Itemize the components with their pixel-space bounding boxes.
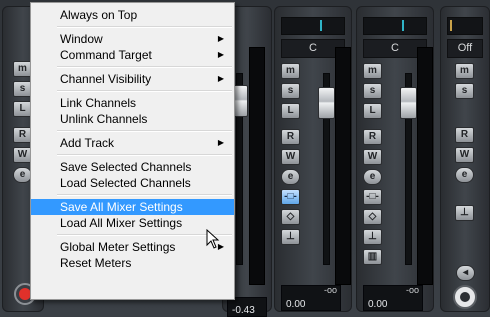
monitor-button[interactable]: [453, 285, 477, 309]
channel-name[interactable]: Off: [447, 39, 483, 58]
write-button[interactable]: W: [363, 149, 382, 165]
solo-button[interactable]: s: [455, 83, 474, 99]
menu-separator: [57, 130, 232, 132]
routing-slot[interactable]: [281, 17, 345, 35]
menu-item-link-channels[interactable]: Link Channels: [31, 95, 234, 111]
listen-button[interactable]: L: [363, 103, 382, 119]
submenu-arrow-icon: ▶: [217, 34, 224, 43]
speaker-icon[interactable]: ◂: [456, 265, 475, 281]
menu-separator: [57, 90, 232, 92]
menu-item-load-all-mixer-settings[interactable]: Load All Mixer Settings: [31, 215, 234, 231]
insert-icon[interactable]: -□-: [363, 189, 382, 205]
value-readout: -oo 0.00: [363, 285, 423, 311]
level-meter: [335, 47, 351, 285]
edit-button[interactable]: e: [455, 167, 474, 183]
menu-item-channel-visibility[interactable]: Channel Visibility ▶: [31, 71, 234, 87]
routing-slot[interactable]: [447, 17, 483, 35]
mouse-pointer-icon: [206, 229, 220, 249]
read-button[interactable]: R: [363, 129, 382, 145]
keyboard-icon[interactable]: ▥: [363, 249, 382, 265]
write-button[interactable]: W: [281, 149, 300, 165]
mute-button[interactable]: m: [281, 63, 300, 79]
menu-separator: [57, 26, 232, 28]
eq-icon[interactable]: ◇: [281, 209, 300, 225]
solo-button[interactable]: s: [281, 83, 300, 99]
submenu-arrow-icon: ▶: [217, 138, 224, 147]
listen-button[interactable]: L: [281, 103, 300, 119]
menu-item-load-selected-channels[interactable]: Load Selected Channels: [31, 175, 234, 191]
send-icon[interactable]: ⊥: [363, 229, 382, 245]
menu-item-window[interactable]: Window ▶: [31, 31, 234, 47]
value-readout: -oo 0.00: [281, 285, 341, 311]
insert-icon[interactable]: -□-: [281, 189, 300, 205]
read-button[interactable]: R: [455, 127, 474, 143]
channel-buttons: m s R W e ⊥: [455, 63, 474, 225]
mute-button[interactable]: m: [363, 63, 382, 79]
eq-icon[interactable]: ◇: [363, 209, 382, 225]
menu-item-always-on-top[interactable]: Always on Top: [31, 7, 234, 23]
menu-item-save-selected-channels[interactable]: Save Selected Channels: [31, 159, 234, 175]
left-button-column: m s L R W e: [13, 61, 32, 187]
submenu-arrow-icon: ▶: [217, 50, 224, 59]
volume-fader[interactable]: [400, 87, 417, 119]
mute-button[interactable]: m: [455, 63, 474, 79]
channel-strip-2: C m s L R W e -□- ◇ ⊥ -oo 0.00: [274, 6, 352, 312]
menu-separator: [57, 154, 232, 156]
menu-separator: [57, 66, 232, 68]
channel-buttons: m s L R W e -□- ◇ ⊥ ▥: [363, 63, 382, 269]
channel-strip-3: C m s L R W e -□- ◇ ⊥ ▥ -oo 0.00: [356, 6, 434, 312]
menu-item-add-track[interactable]: Add Track ▶: [31, 135, 234, 151]
solo-button[interactable]: s: [363, 83, 382, 99]
menu-item-unlink-channels[interactable]: Unlink Channels: [31, 111, 234, 127]
routing-slot[interactable]: [363, 17, 427, 35]
send-icon[interactable]: ⊥: [281, 229, 300, 245]
channel-strip-4: Off m s R W e ⊥ ◂: [440, 6, 490, 312]
level-meter: [417, 47, 433, 285]
menu-item-save-all-mixer-settings[interactable]: Save All Mixer Settings: [31, 199, 234, 215]
context-menu: Always on Top Window ▶ Command Target ▶ Ch…: [30, 2, 235, 300]
level-meter: [249, 47, 265, 285]
edit-button[interactable]: e: [363, 169, 382, 185]
value-readout: -0.43: [227, 297, 267, 317]
monitor-dot-icon: [460, 292, 470, 302]
volume-fader[interactable]: [318, 87, 335, 119]
channel-buttons: m s L R W e -□- ◇ ⊥: [281, 63, 300, 249]
menu-item-reset-meters[interactable]: Reset Meters: [31, 255, 234, 271]
menu-item-command-target[interactable]: Command Target ▶: [31, 47, 234, 63]
edit-button[interactable]: e: [281, 169, 300, 185]
read-button[interactable]: R: [281, 129, 300, 145]
menu-separator: [57, 194, 232, 196]
send-icon[interactable]: ⊥: [455, 205, 474, 221]
write-button[interactable]: W: [455, 147, 474, 163]
submenu-arrow-icon: ▶: [217, 74, 224, 83]
menu-item-global-meter-settings[interactable]: Global Meter Settings ▶: [31, 239, 234, 255]
